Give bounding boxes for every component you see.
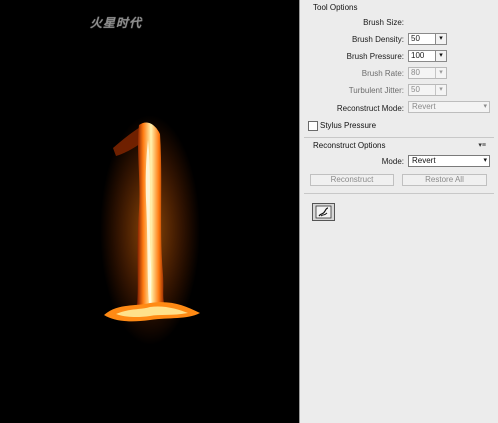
document-canvas[interactable]: 火星时代: [0, 0, 299, 423]
mode-select[interactable]: Revert ▾: [408, 155, 490, 167]
turbulent-jitter-label: Turbulent Jitter:: [348, 86, 404, 95]
reconstruct-mode-value: Revert: [412, 102, 436, 111]
chevron-down-icon[interactable]: ▾: [435, 51, 446, 61]
brush-density-combo[interactable]: 50 ▾: [408, 33, 447, 45]
reconstruct-mode-select[interactable]: Revert ▾: [408, 101, 490, 113]
turbulent-jitter-combo[interactable]: 50 ▾: [408, 84, 447, 96]
chevron-down-icon: ▾: [483, 103, 487, 110]
brush-pressure-combo[interactable]: 100 ▾: [408, 50, 447, 62]
brush-pressure-label: Brush Pressure:: [346, 52, 404, 61]
reconstruct-button[interactable]: Reconstruct: [310, 174, 394, 186]
tool-options-title: Tool Options: [313, 3, 358, 12]
reconstruct-brush-icon: [315, 205, 332, 219]
watermark: 火星时代: [90, 16, 143, 30]
section-divider: [304, 137, 494, 138]
brush-rate-value: 80: [411, 68, 420, 77]
brush-density-label: Brush Density:: [351, 35, 404, 44]
panel-menu-icon[interactable]: ▾≡: [478, 141, 486, 149]
chevron-down-icon[interactable]: ▾: [435, 68, 446, 78]
brush-size-label: Brush Size:: [363, 18, 404, 27]
reconstruct-tool-button[interactable]: [312, 203, 335, 221]
chevron-down-icon: ▾: [483, 157, 487, 164]
section-divider: [304, 193, 494, 194]
restore-all-button[interactable]: Restore All: [402, 174, 487, 186]
reconstruct-mode-label: Reconstruct Mode:: [336, 104, 404, 113]
turbulent-jitter-value: 50: [411, 85, 420, 94]
brush-density-value: 50: [411, 34, 420, 43]
stylus-pressure-checkbox[interactable]: [308, 121, 318, 131]
chevron-down-icon[interactable]: ▾: [435, 34, 446, 44]
brush-rate-label: Brush Rate:: [361, 69, 404, 78]
liquify-options-panel: Tool Options Brush Size: Brush Density: …: [299, 0, 498, 423]
reconstruct-options-title: Reconstruct Options: [313, 141, 386, 150]
fire-number-one-artwork: [100, 115, 200, 345]
stylus-pressure-label: Stylus Pressure: [320, 121, 377, 130]
brush-rate-combo[interactable]: 80 ▾: [408, 67, 447, 79]
chevron-down-icon[interactable]: ▾: [435, 85, 446, 95]
brush-pressure-value: 100: [411, 51, 425, 60]
mode-label: Mode:: [381, 157, 404, 166]
mode-value: Revert: [412, 156, 436, 165]
